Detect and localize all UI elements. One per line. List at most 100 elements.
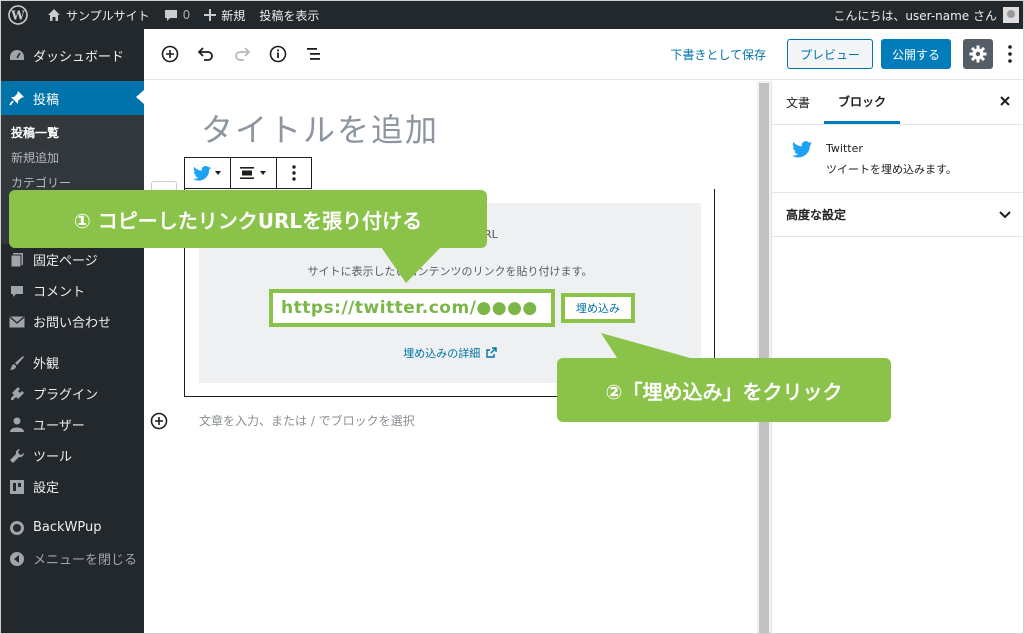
post-title-input[interactable]: タイトルを追加 — [201, 105, 439, 151]
callout-step-2: ②「埋め込み」をクリック — [557, 358, 891, 422]
sidebar-item-users[interactable]: ユーザー — [1, 409, 144, 440]
publish-button[interactable]: 公開する — [880, 39, 951, 69]
wrench-icon — [9, 448, 25, 464]
embed-url-input[interactable]: https://twitter.com/●●●● — [269, 289, 555, 327]
block-card-title: Twitter — [826, 142, 863, 155]
screenshot-frame: W サンプルサイト 0 新規 投稿を表示 こんにちは、user-name さん … — [0, 0, 1024, 634]
advanced-settings-label: 高度な設定 — [786, 208, 847, 222]
sidebar-item-comments[interactable]: コメント — [1, 275, 144, 306]
redo-icon[interactable] — [230, 42, 254, 66]
block-switcher-button[interactable] — [185, 158, 231, 188]
block-navigation-icon[interactable] — [302, 42, 326, 66]
sidebar-item-pages[interactable]: 固定ページ — [1, 244, 144, 275]
page-icon — [9, 252, 25, 268]
add-block-inline-button[interactable] — [150, 412, 168, 434]
twitter-icon — [193, 165, 211, 181]
user-icon — [9, 417, 25, 433]
sidebar-item-appearance[interactable]: 外観 — [1, 347, 144, 378]
vertical-ellipsis-icon — [1008, 45, 1012, 63]
home-icon — [48, 9, 60, 21]
new-label: 新規 — [221, 8, 246, 23]
greeting-text: こんにちは、user-name さん — [833, 8, 997, 23]
comments-link[interactable]: 0 — [157, 1, 198, 29]
sidebar-item-tools[interactable]: ツール — [1, 440, 144, 471]
mail-icon — [9, 314, 25, 330]
vertical-ellipsis-icon — [292, 165, 296, 181]
editor-header-toolbar: 下書きとして保存 プレビュー 公開する — [144, 29, 1023, 80]
sidebar-item-dashboard[interactable]: ダッシュボード — [1, 40, 144, 71]
plus-circle-icon — [150, 412, 168, 430]
admin-bar: W サンプルサイト 0 新規 投稿を表示 こんにちは、user-name さん — [1, 1, 1023, 29]
sidebar-item-label: 投稿 — [33, 92, 60, 108]
svg-text:W: W — [10, 9, 25, 23]
close-icon[interactable] — [999, 95, 1011, 111]
sidebar-item-backwpup[interactable]: BackWPup — [1, 512, 144, 543]
sidebar-item-settings[interactable]: 設定 — [1, 471, 144, 502]
comment-count: 0 — [182, 8, 191, 22]
sidebar-item-label: コメント — [33, 285, 86, 300]
embed-learn-more-label: 埋め込みの詳細 — [403, 347, 481, 360]
more-options-button[interactable] — [1005, 42, 1015, 66]
plugin-icon — [9, 386, 25, 402]
info-icon[interactable] — [266, 42, 290, 66]
settings-tabs: 文書 ブロック — [772, 81, 1023, 125]
twitter-icon — [792, 141, 812, 162]
comment-icon — [9, 283, 25, 299]
embed-submit-button[interactable]: 埋め込み — [561, 293, 635, 323]
sidebar-collapse-button[interactable]: メニューを閉じる — [1, 543, 144, 574]
submenu-item-add-new[interactable]: 新規追加 — [1, 146, 144, 171]
new-content-link[interactable]: 新規 — [197, 1, 252, 29]
tab-block[interactable]: ブロック — [824, 81, 901, 124]
settings-toggle-button[interactable] — [963, 39, 993, 69]
site-name-link[interactable]: サンプルサイト — [40, 1, 157, 29]
brush-icon — [9, 355, 25, 371]
chevron-down-icon — [999, 208, 1011, 222]
pin-icon — [9, 90, 25, 106]
sidebar-item-label: ツール — [33, 450, 73, 465]
sidebar-item-label: プラグイン — [33, 388, 99, 403]
caret-down-icon — [215, 171, 221, 175]
sidebar-item-label: ユーザー — [33, 419, 85, 434]
block-more-options-button[interactable] — [277, 158, 311, 188]
sidebar-item-label: 設定 — [33, 481, 60, 496]
view-post-label: 投稿を表示 — [259, 8, 320, 23]
sidebar-item-label: 固定ページ — [33, 254, 98, 269]
sidebar-item-contact[interactable]: お問い合わせ — [1, 306, 144, 337]
advanced-settings-toggle[interactable]: 高度な設定 — [772, 193, 1023, 237]
sidebar-item-label: ダッシュボード — [33, 50, 125, 65]
gear-icon — [969, 45, 987, 63]
admin-sidebar: ダッシュボード 投稿 投稿一覧 新規追加 カテゴリー 固定ページ コメント お問… — [1, 29, 144, 633]
editor-header-actions: 下書きとして保存 プレビュー 公開する — [670, 39, 1023, 69]
avatar — [1003, 7, 1019, 23]
view-post-link[interactable]: 投稿を表示 — [252, 1, 326, 29]
sidebar-item-label: BackWPup — [33, 520, 102, 535]
account-menu[interactable]: こんにちは、user-name さん — [833, 7, 1023, 24]
wordpress-icon: W — [8, 5, 28, 25]
embed-instructions: サイトに表示したいコンテンツのリンクを貼り付けます。 — [307, 265, 593, 278]
wordpress-logo-button[interactable]: W — [1, 1, 40, 29]
site-name: サンプルサイト — [66, 8, 150, 23]
block-toolbar — [184, 157, 312, 189]
align-center-icon — [240, 167, 254, 179]
external-link-icon — [486, 347, 497, 358]
backwpup-icon — [9, 520, 25, 536]
add-block-icon[interactable] — [158, 42, 182, 66]
tab-document[interactable]: 文書 — [772, 81, 824, 124]
settings-icon — [9, 479, 25, 495]
collapse-icon — [9, 551, 25, 567]
save-draft-button[interactable]: 下書きとして保存 — [670, 46, 766, 63]
undo-icon[interactable] — [194, 42, 218, 66]
plus-icon — [204, 9, 217, 21]
paragraph-placeholder[interactable]: 文章を入力、または / でブロックを選択 — [199, 412, 415, 429]
preview-button[interactable]: プレビュー — [786, 39, 873, 69]
alignment-button[interactable] — [231, 158, 277, 188]
callout-step-1: ① コピーしたリンクURLを張り付ける — [9, 190, 487, 248]
submenu-item-all-posts[interactable]: 投稿一覧 — [1, 121, 144, 146]
sidebar-item-plugins[interactable]: プラグイン — [1, 378, 144, 409]
sidebar-item-posts[interactable]: 投稿 — [1, 81, 144, 115]
sidebar-item-label: お問い合わせ — [33, 316, 112, 331]
sidebar-item-label: メニューを閉じる — [33, 553, 138, 568]
dashboard-icon — [9, 48, 25, 64]
block-card: Twitter ツイートを埋め込みます。 — [772, 125, 1023, 193]
sidebar-item-label: 外観 — [33, 357, 60, 372]
